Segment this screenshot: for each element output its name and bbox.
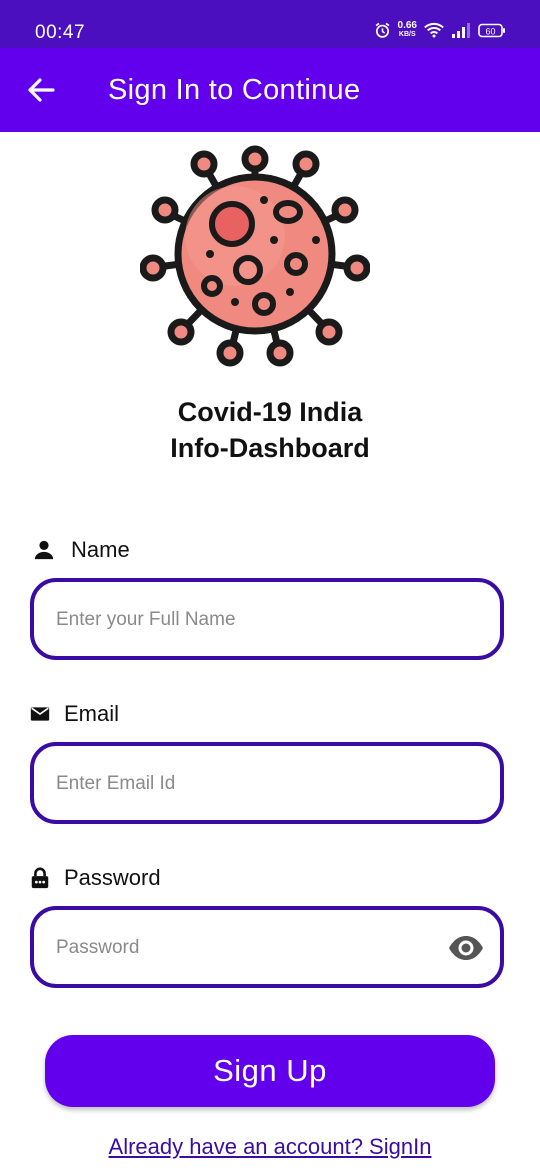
mail-icon	[30, 707, 50, 721]
name-label: Name	[33, 537, 130, 563]
signin-link[interactable]: Already have an account? SignIn	[0, 1134, 540, 1160]
email-label-text: Email	[64, 701, 120, 726]
wifi-icon	[424, 22, 444, 38]
net-speed: 0.66 KB/S	[398, 21, 417, 39]
lock-icon	[31, 867, 49, 889]
app-name: Covid-19 India Info-Dashboard	[0, 394, 540, 466]
name-input[interactable]	[54, 582, 458, 658]
email-input[interactable]	[54, 746, 458, 822]
back-button[interactable]	[22, 72, 62, 108]
virus-icon	[140, 145, 370, 367]
status-time: 00:47	[35, 22, 86, 43]
app-name-line2: Info-Dashboard	[170, 433, 370, 463]
arrow-left-icon	[28, 78, 55, 102]
net-speed-unit: KB/S	[398, 31, 416, 38]
eye-icon	[449, 936, 483, 960]
status-bar: 00:47 0.66 KB/S 60	[0, 0, 540, 48]
name-label-text: Name	[71, 537, 130, 562]
name-field	[30, 578, 504, 660]
password-input[interactable]	[54, 910, 428, 986]
signal-icon	[452, 22, 470, 38]
battery-level: 60	[485, 26, 495, 36]
app-bar: Sign In to Continue	[0, 48, 540, 132]
password-label: Password	[30, 865, 161, 891]
password-visibility-toggle[interactable]	[448, 934, 484, 962]
email-field	[30, 742, 504, 824]
password-label-text: Password	[64, 865, 161, 890]
battery-icon: 60	[478, 23, 505, 37]
app-name-line1: Covid-19 India	[177, 397, 363, 427]
password-field	[30, 906, 504, 988]
person-icon	[34, 540, 54, 560]
app-bar-title: Sign In to Continue	[108, 74, 361, 106]
status-icons: 0.66 KB/S 60	[374, 21, 506, 39]
alarm-icon	[375, 22, 389, 38]
email-label: Email	[30, 701, 119, 727]
signup-button[interactable]: Sign Up	[45, 1035, 495, 1107]
